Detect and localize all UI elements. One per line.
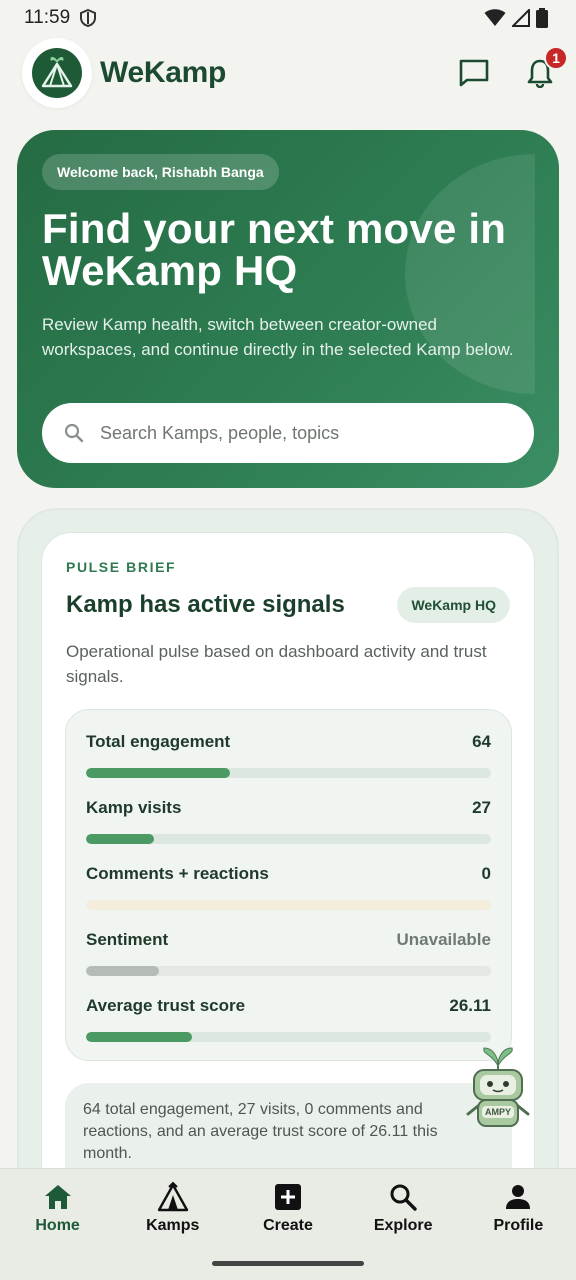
metric-kamp-visits: Kamp visits 27 <box>86 798 491 864</box>
nav-kamps[interactable]: Kamps <box>118 1181 228 1235</box>
notification-badge: 1 <box>544 46 568 70</box>
search-input[interactable]: Search Kamps, people, topics <box>42 403 534 463</box>
metric-bar <box>86 966 491 976</box>
pulse-eyebrow: PULSE BRIEF <box>66 559 177 575</box>
metric-label: Comments + reactions <box>86 864 269 883</box>
pulse-title: Kamp has active signals <box>66 591 345 618</box>
pulse-description: Operational pulse based on dashboard act… <box>66 642 487 686</box>
hero-title: Find your next move in WeKamp HQ <box>42 205 507 294</box>
battery-icon <box>536 8 548 28</box>
brand-name: WeKamp <box>100 56 227 89</box>
metric-bar <box>86 768 491 778</box>
cellular-icon <box>512 9 530 27</box>
home-indicator[interactable] <box>212 1261 364 1266</box>
mascot-label: AMPY <box>485 1107 511 1117</box>
metric-bar-fill <box>86 834 154 844</box>
logo <box>22 38 92 108</box>
welcome-pill: Welcome back, Rishabh Banga <box>42 154 279 190</box>
nav-label: Create <box>263 1217 313 1234</box>
metric-value: Unavailable <box>396 930 492 949</box>
robot-mascot-icon: AMPY <box>466 1047 530 1127</box>
metric-sentiment: Sentiment Unavailable <box>86 930 491 996</box>
nav-home[interactable]: Home <box>3 1181 113 1235</box>
metric-value: 0 <box>481 864 491 883</box>
nav-label: Kamps <box>146 1217 200 1234</box>
metric-value: 64 <box>472 732 491 751</box>
metric-label: Sentiment <box>86 930 169 949</box>
person-icon <box>506 1185 531 1209</box>
wifi-icon <box>484 9 506 26</box>
metric-bar <box>86 900 491 910</box>
shield-icon <box>80 9 97 27</box>
nav-label: Explore <box>373 1217 433 1234</box>
search-icon <box>64 423 84 443</box>
status-time: 11:59 <box>24 7 71 28</box>
nav-label: Profile <box>493 1217 544 1234</box>
search-placeholder: Search Kamps, people, topics <box>100 422 340 443</box>
brand[interactable]: WeKamp <box>22 38 226 108</box>
add-box-icon <box>274 1184 301 1210</box>
nav-label: Home <box>35 1217 80 1234</box>
metrics-panel: Total engagement 64 Kamp visits 27 Comme… <box>65 709 512 1061</box>
kamp-scope-pill[interactable]: WeKamp HQ <box>397 587 510 623</box>
metric-value: 26.11 <box>449 996 491 1015</box>
metric-bar <box>86 1032 491 1042</box>
notifications-button[interactable]: 1 <box>526 46 568 88</box>
metric-comments-reactions: Comments + reactions 0 <box>86 864 491 930</box>
home-icon <box>44 1185 71 1209</box>
metric-bar <box>86 834 491 844</box>
nav-explore[interactable]: Explore <box>348 1181 458 1235</box>
metric-label: Average trust score <box>86 996 246 1015</box>
messages-button[interactable] <box>458 58 490 88</box>
metric-bar-fill <box>86 768 230 778</box>
metric-total-engagement: Total engagement 64 <box>86 732 491 798</box>
nav-profile[interactable]: Profile <box>463 1181 573 1235</box>
metric-value: 27 <box>472 798 491 817</box>
metric-label: Kamp visits <box>86 798 182 817</box>
hero-subtitle: Review Kamp health, switch between creat… <box>42 315 514 359</box>
search-icon <box>390 1184 417 1211</box>
summary-text: 64 total engagement, 27 visits, 0 commen… <box>83 1101 438 1162</box>
chat-icon <box>459 59 489 87</box>
metric-bar-fill <box>86 966 159 976</box>
hero-banner: Welcome back, Rishabh Banga Find your ne… <box>17 130 559 488</box>
nav-create[interactable]: Create <box>233 1181 343 1235</box>
tent-logo-icon <box>41 57 73 88</box>
metric-label: Total engagement <box>86 732 231 751</box>
pulse-card: PULSE BRIEF Kamp has active signals WeKa… <box>41 532 535 1233</box>
metric-average-trust-score: Average trust score 26.11 <box>86 996 491 1062</box>
metric-bar-fill <box>86 1032 192 1042</box>
status-bar: 11:59 <box>0 0 576 36</box>
app-header: WeKamp 1 <box>22 38 568 108</box>
ampy-mascot[interactable]: AMPY <box>462 1044 534 1134</box>
tent-icon <box>157 1181 188 1212</box>
